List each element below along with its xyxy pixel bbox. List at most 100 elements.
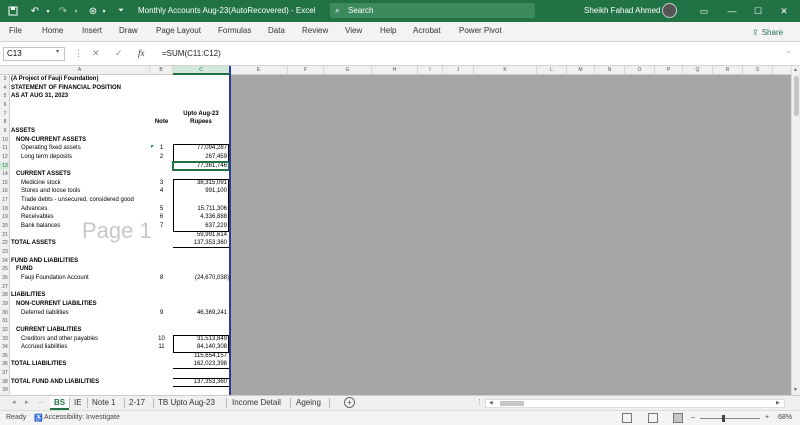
redo-icon[interactable]: ↷	[56, 0, 70, 22]
sheet-tab-income-detail[interactable]: Income Detail	[228, 396, 285, 410]
value-deferred-liabilities[interactable]: 46,369,241	[173, 309, 227, 318]
zoom-slider-thumb[interactable]	[722, 415, 725, 422]
column-header-l[interactable]: L	[537, 66, 567, 75]
column-header-q[interactable]: Q	[683, 66, 713, 75]
accessibility-icon[interactable]: ♿	[34, 414, 43, 422]
row-header[interactable]: 33	[0, 335, 9, 344]
label-bank-balances[interactable]: Bank balances	[21, 222, 60, 231]
next-sheet-icon[interactable]: ▸	[25, 398, 29, 406]
ribbon-display-icon[interactable]: ▭	[690, 0, 718, 22]
share-button[interactable]: ⇪ Share	[752, 25, 783, 39]
row-header[interactable]: 8	[0, 118, 9, 127]
tab-review[interactable]: Review	[302, 26, 328, 35]
row-header[interactable]: 27	[0, 283, 9, 292]
more-sheets-icon[interactable]: …	[38, 398, 45, 405]
row-header[interactable]: 17	[0, 196, 9, 205]
label-creditors[interactable]: Creditors and other payables	[21, 335, 98, 344]
note-medicine-stock[interactable]: 3	[150, 179, 173, 188]
non-printable-area[interactable]	[230, 75, 791, 395]
undo-dropdown-icon[interactable]: ▾	[44, 0, 52, 22]
row-header[interactable]: 34	[0, 343, 9, 352]
tab-draw[interactable]: Draw	[119, 26, 138, 35]
zoom-level[interactable]: 68%	[778, 414, 792, 421]
row-header[interactable]: 7	[0, 110, 9, 119]
worksheet-printable-area[interactable]: (A Project of Fauji Foundation) STATEMEN…	[10, 75, 230, 395]
sheet-tab-bs[interactable]: BS	[50, 396, 70, 410]
tab-power-pivot[interactable]: Power Pivot	[459, 26, 502, 35]
horizontal-scroll-thumb[interactable]	[500, 401, 524, 406]
column-header-h[interactable]: H	[372, 66, 418, 75]
label-stores-loose-tools[interactable]: Stores and loose tools	[21, 187, 80, 196]
sheet-tab-2-17[interactable]: 2-17	[125, 396, 149, 410]
row-header[interactable]: 4	[0, 84, 9, 93]
column-header-j[interactable]: J	[443, 66, 474, 75]
row-header[interactable]: 35	[0, 352, 9, 361]
row-header[interactable]: 29	[0, 300, 9, 309]
label-fauji-foundation-account[interactable]: Fauji Foundation Account	[21, 274, 89, 283]
tab-home[interactable]: Home	[42, 26, 63, 35]
zoom-out-button[interactable]: –	[691, 414, 695, 421]
close-icon[interactable]: ✕	[770, 0, 798, 22]
prev-sheet-icon[interactable]: ◂	[12, 398, 16, 406]
row-header[interactable]: 5	[0, 92, 9, 101]
row-header[interactable]: 12	[0, 153, 9, 162]
header-period[interactable]: Upto Aug-23	[182, 110, 220, 119]
note-creditors[interactable]: 10	[150, 335, 173, 344]
label-operating-fixed-assets[interactable]: Operating fixed assets	[21, 144, 81, 153]
column-header-i[interactable]: I	[418, 66, 443, 75]
row-header[interactable]: 14	[0, 170, 9, 179]
scroll-left-icon[interactable]: ◀	[489, 400, 493, 406]
page-layout-view-icon[interactable]	[648, 413, 658, 423]
column-header-n[interactable]: N	[595, 66, 625, 75]
row-header[interactable]: 39	[0, 386, 9, 395]
user-name[interactable]: Sheikh Fahad Ahmed	[584, 6, 661, 15]
row-header[interactable]: 21	[0, 231, 9, 240]
row-header[interactable]: 18	[0, 205, 9, 214]
vertical-scrollbar[interactable]: ▲ ▼	[791, 66, 800, 395]
header-statement[interactable]: STATEMENT OF FINANCIAL POSITION	[11, 84, 121, 93]
label-accrued-liabilities[interactable]: Accrued liabilities	[21, 343, 67, 352]
label-liabilities[interactable]: LIABILITIES	[11, 291, 45, 300]
header-project[interactable]: (A Project of Fauji Foundation)	[11, 75, 98, 84]
sheet-tab-tb-upto-aug-23[interactable]: TB Upto Aug-23	[154, 396, 219, 410]
row-header[interactable]: 11	[0, 144, 9, 153]
formula-input[interactable]: =SUM(C11:C12)	[162, 49, 221, 58]
tab-help[interactable]: Help	[380, 26, 396, 35]
sheet-tab-note-1[interactable]: Note 1	[88, 396, 120, 410]
tab-acrobat[interactable]: Acrobat	[413, 26, 441, 35]
label-non-current-assets[interactable]: NON-CURRENT ASSETS	[16, 136, 86, 145]
row-header[interactable]: 9	[0, 127, 9, 136]
row-header[interactable]: 38	[0, 378, 9, 387]
column-header-b[interactable]: B	[150, 66, 173, 75]
note-bank-balances[interactable]: 7	[150, 222, 173, 231]
label-long-term-deposits[interactable]: Long term deposits	[21, 153, 72, 162]
row-header[interactable]: 3	[0, 75, 9, 84]
row-header[interactable]: 16	[0, 187, 9, 196]
redo-dropdown-icon[interactable]: ▾	[72, 0, 80, 22]
label-receivables[interactable]: Receivables	[21, 213, 54, 222]
column-header-g[interactable]: G	[324, 66, 372, 75]
note-accrued-liabilities[interactable]: 11	[150, 343, 173, 352]
label-assets[interactable]: ASSETS	[11, 127, 35, 136]
row-header[interactable]: 15	[0, 179, 9, 188]
note-advances[interactable]: 5	[150, 205, 173, 214]
row-header[interactable]: 24	[0, 257, 9, 266]
tab-file[interactable]: File	[9, 26, 22, 35]
page-break-preview-icon[interactable]	[673, 413, 683, 423]
label-current-assets[interactable]: CURRENT ASSETS	[16, 170, 71, 179]
column-header-f[interactable]: F	[288, 66, 324, 75]
row-header[interactable]: 13	[0, 161, 9, 171]
label-advances[interactable]: Advances	[21, 205, 47, 214]
row-header[interactable]: 31	[0, 317, 9, 326]
column-header-e[interactable]: E	[230, 66, 288, 75]
sheet-tab-ageing[interactable]: Ageing	[292, 396, 325, 410]
customize-qat-icon[interactable]: ⏷	[116, 0, 126, 22]
save-icon[interactable]	[6, 0, 20, 22]
row-header[interactable]: 19	[0, 213, 9, 222]
row-header[interactable]: 20	[0, 222, 9, 231]
note-stores-loose-tools[interactable]: 4	[150, 187, 173, 196]
column-header-k[interactable]: K	[474, 66, 537, 75]
label-total-fund-and-liabilities[interactable]: TOTAL FUND AND LIABILITIES	[11, 378, 99, 387]
autosave-icon[interactable]: ⊛	[86, 0, 100, 22]
maximize-icon[interactable]: ☐	[744, 0, 772, 22]
